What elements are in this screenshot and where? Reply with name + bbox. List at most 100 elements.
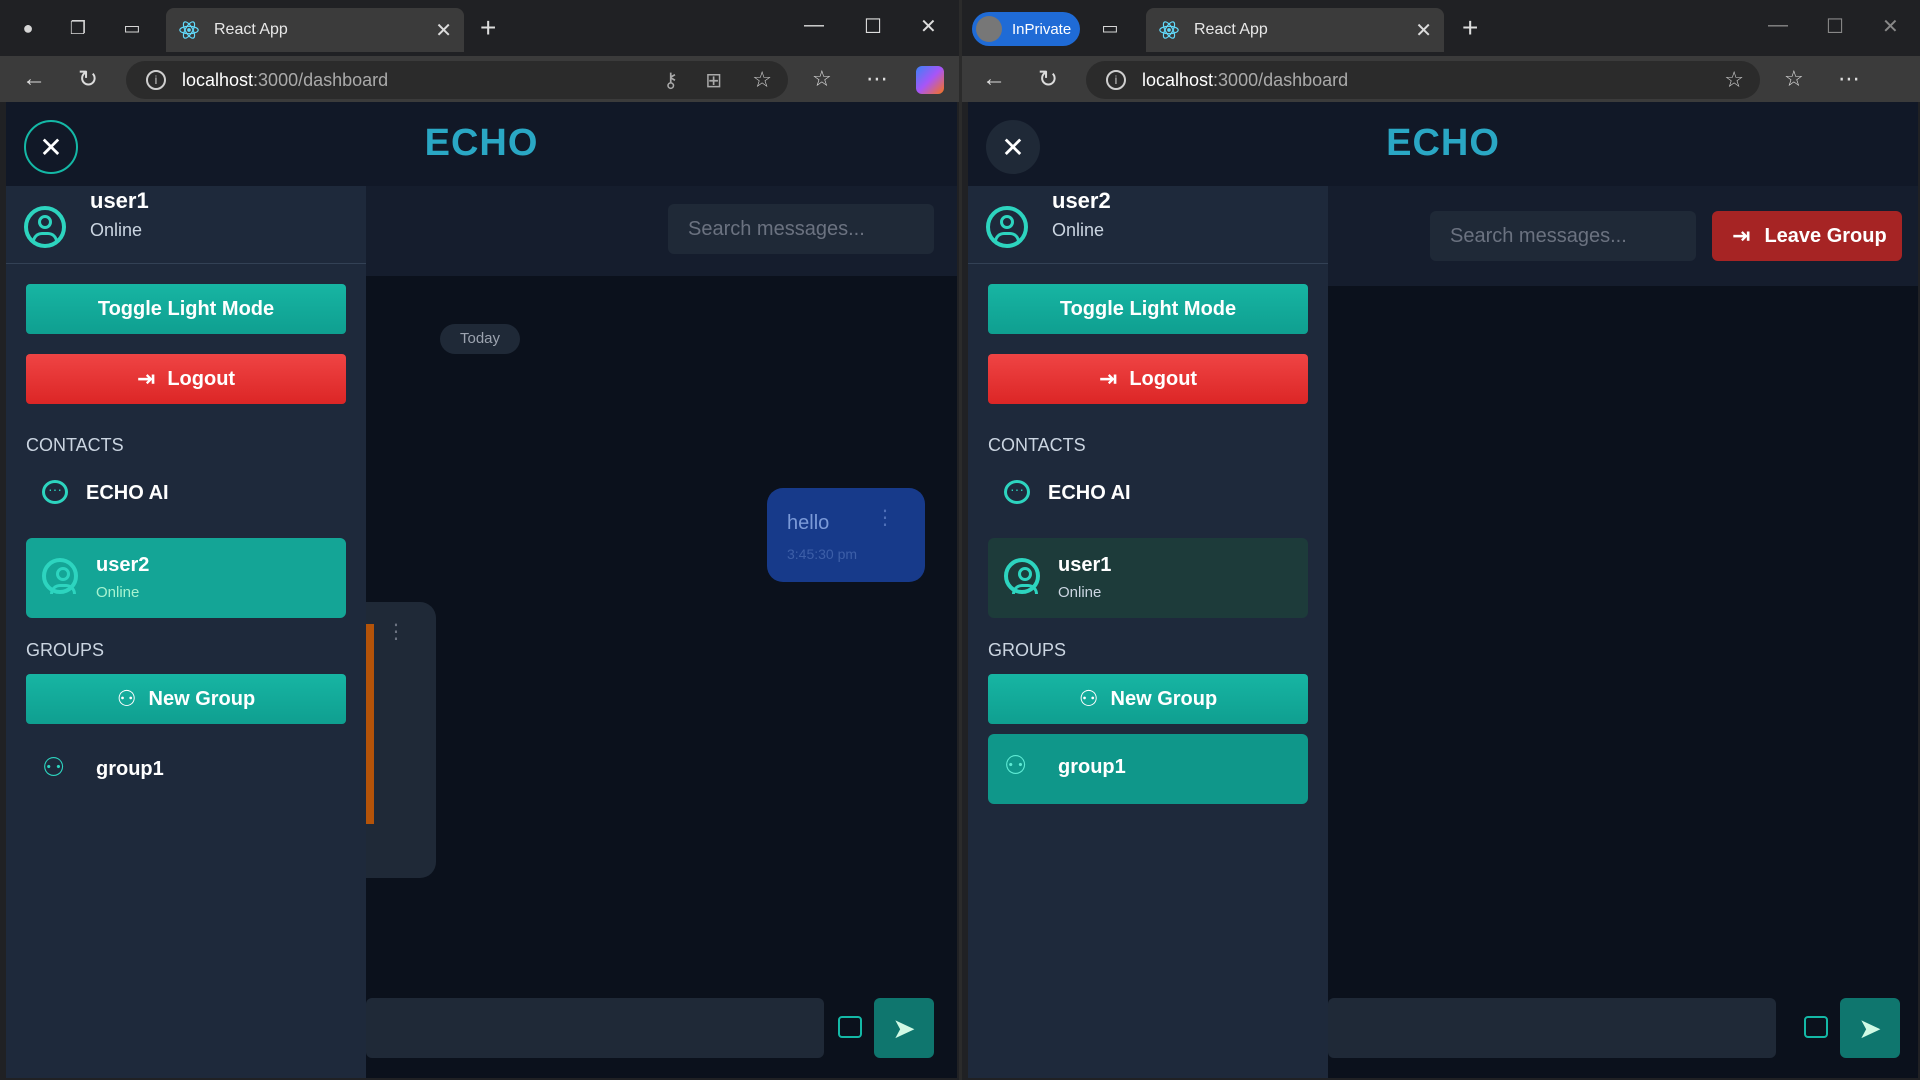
maximize-button[interactable]: ☐	[864, 14, 882, 39]
tab-react-app[interactable]: React App ✕	[166, 8, 464, 52]
refresh-icon[interactable]: ↻	[1038, 65, 1058, 94]
url-host: localhost	[1142, 69, 1214, 90]
close-sidebar-button[interactable]: ✕	[24, 120, 78, 174]
search-input[interactable]: Search messages...	[668, 204, 934, 254]
message-text: hello	[787, 512, 830, 534]
group-item-group1[interactable]: ⚇ group1	[26, 736, 346, 806]
profile-header: user2 Online	[968, 186, 1328, 264]
logout-button[interactable]: ⇥ Logout	[988, 354, 1308, 404]
info-icon[interactable]: i	[1106, 70, 1126, 90]
key-icon[interactable]: ⚷	[663, 68, 678, 93]
minimize-button[interactable]: —	[804, 14, 824, 37]
maximize-button[interactable]: ☐	[1826, 14, 1844, 39]
back-icon[interactable]: ←	[982, 65, 1006, 93]
logout-label: Logout	[1129, 367, 1198, 390]
contact-name: user2	[96, 554, 150, 576]
chat-bubble-icon: ···	[42, 480, 68, 504]
user-avatar-icon	[1004, 558, 1040, 594]
message-menu-icon[interactable]: ⋮	[386, 622, 406, 642]
contact-user1[interactable]: user1 Online	[988, 538, 1308, 618]
address-bar: ← ↻ i localhost:3000/dashboard ⚷ ⊞ ☆ ☆ ⋯	[0, 56, 959, 102]
tab-title: React App	[214, 21, 288, 38]
brand-title: ECHO	[1386, 122, 1500, 164]
new-tab-button[interactable]: +	[1462, 14, 1478, 42]
more-icon[interactable]: ⋯	[1838, 66, 1860, 92]
chat-bubble-icon: ···	[1004, 480, 1030, 504]
tab-title: React App	[1194, 21, 1268, 38]
star-icon[interactable]: ☆	[752, 67, 772, 93]
browser-window-left: ● ❐ ▭ React App ✕ + — ☐ ✕ ← ↻ i localhos…	[0, 0, 959, 1080]
user-avatar-icon	[986, 206, 1028, 248]
new-group-button[interactable]: ⚇ New Group	[26, 674, 346, 724]
profile-icon[interactable]: ●	[14, 14, 42, 42]
group-item-group1[interactable]: ⚇ group1	[988, 734, 1308, 804]
toggle-light-mode-button[interactable]: Toggle Light Mode	[26, 284, 346, 334]
group-icon: ⚇	[42, 752, 66, 782]
apps-icon[interactable]: ⊞	[705, 68, 722, 93]
inprivate-label: InPrivate	[1012, 20, 1072, 38]
more-icon[interactable]: ⋯	[866, 66, 888, 92]
close-window-button[interactable]: ✕	[1882, 14, 1899, 39]
current-user-name: user2	[1052, 188, 1111, 213]
contact-echo-ai[interactable]: ··· ECHO AI	[988, 468, 1308, 520]
copilot-icon[interactable]	[916, 66, 944, 94]
send-button[interactable]: ➤	[874, 998, 934, 1058]
new-group-button[interactable]: ⚇ New Group	[988, 674, 1308, 724]
refresh-icon[interactable]: ↻	[78, 65, 98, 94]
info-icon[interactable]: i	[146, 70, 166, 90]
url-host: localhost	[182, 69, 254, 90]
favorites-icon[interactable]: ☆	[1784, 66, 1804, 92]
group-name: group1	[1058, 756, 1126, 778]
logout-icon: ⇥	[1732, 223, 1751, 248]
message-input[interactable]	[366, 998, 824, 1058]
sidebar: user1 Online Toggle Light Mode ⇥ Logout C…	[6, 186, 366, 1078]
profile-icon	[976, 16, 1002, 42]
close-sidebar-button[interactable]: ✕	[986, 120, 1040, 174]
groups-heading: GROUPS	[26, 640, 105, 660]
contact-echo-ai[interactable]: ··· ECHO AI	[26, 468, 346, 520]
logout-button[interactable]: ⇥ Logout	[26, 354, 346, 404]
logout-icon: ⇥	[1098, 366, 1118, 391]
minimize-button[interactable]: —	[1768, 14, 1788, 37]
close-tab-icon[interactable]: ✕	[435, 18, 452, 43]
favorites-icon[interactable]: ☆	[812, 66, 832, 92]
workspaces-icon[interactable]: ❐	[64, 14, 92, 42]
tab-actions-icon[interactable]: ▭	[1096, 14, 1124, 42]
inprivate-badge[interactable]: InPrivate	[972, 12, 1080, 46]
leave-group-label: Leave Group	[1764, 224, 1887, 247]
contact-status: Online	[1058, 584, 1102, 601]
image-upload-icon[interactable]	[1804, 1016, 1828, 1038]
url-field[interactable]: i localhost:3000/dashboard ⚷ ⊞ ☆	[126, 61, 788, 99]
toggle-light-mode-button[interactable]: Toggle Light Mode	[988, 284, 1308, 334]
contacts-heading: CONTACTS	[988, 435, 1086, 455]
users-icon: ⚇	[116, 686, 137, 711]
echo-app: ECHO ✕ Search messages... ⇥ Leave Group ➤…	[968, 102, 1918, 1078]
sidebar: user2 Online Toggle Light Mode ⇥ Logout C…	[968, 186, 1328, 1078]
back-icon[interactable]: ←	[22, 65, 46, 93]
leave-group-button[interactable]: ⇥ Leave Group	[1712, 211, 1902, 261]
url-field[interactable]: i localhost:3000/dashboard ☆	[1086, 61, 1760, 99]
logout-label: Logout	[167, 367, 236, 390]
browser-window-right: InPrivate ▭ React App ✕ + — ☐ ✕ ← ↻ i lo…	[962, 0, 1920, 1080]
search-input[interactable]: Search messages...	[1430, 211, 1696, 261]
new-group-label: New Group	[1110, 687, 1218, 710]
message-menu-icon[interactable]: ⋮	[875, 508, 895, 528]
address-bar: ← ↻ i localhost:3000/dashboard ☆ ☆ ⋯	[962, 56, 1920, 102]
date-separator: Today	[440, 324, 520, 354]
message-input[interactable]	[1328, 998, 1776, 1058]
contact-name: user1	[1058, 554, 1112, 576]
star-icon[interactable]: ☆	[1724, 67, 1744, 93]
user-avatar-icon	[42, 558, 78, 594]
message-bubble-sent[interactable]: hello 3:45:30 pm ⋮	[767, 488, 925, 582]
tab-actions-icon[interactable]: ▭	[118, 14, 146, 42]
echo-app: ECHO ✕ Search messages... Today hello 3:…	[6, 102, 957, 1078]
close-window-button[interactable]: ✕	[920, 14, 937, 39]
new-tab-button[interactable]: +	[480, 14, 496, 42]
image-upload-icon[interactable]	[838, 1016, 862, 1038]
tab-react-app[interactable]: React App ✕	[1146, 8, 1444, 52]
close-tab-icon[interactable]: ✕	[1415, 18, 1432, 43]
current-user-status: Online	[1052, 220, 1105, 240]
groups-heading: GROUPS	[988, 640, 1067, 660]
send-button[interactable]: ➤	[1840, 998, 1900, 1058]
contact-user2[interactable]: user2 Online	[26, 538, 346, 618]
